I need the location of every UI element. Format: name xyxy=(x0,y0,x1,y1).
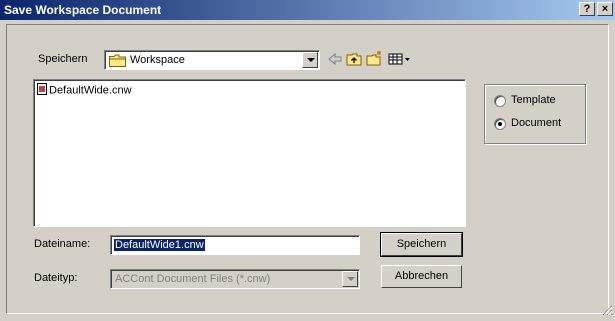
back-icon[interactable] xyxy=(326,50,344,68)
location-label: Speichern xyxy=(38,53,88,65)
folder-icon xyxy=(109,54,126,70)
filename-input[interactable]: DefaultWide1.cnw xyxy=(110,235,360,255)
filetype-label: Dateityp: xyxy=(34,272,78,284)
filetype-dropdown[interactable]: ACCont Document Files (*.cnw) xyxy=(110,269,360,289)
location-value: Workspace xyxy=(130,54,185,66)
file-name: DefaultWide.cnw xyxy=(49,84,132,97)
location-dropdown[interactable]: Workspace xyxy=(104,50,320,70)
chevron-down-icon[interactable] xyxy=(302,52,318,68)
filename-label: Dateiname: xyxy=(34,238,91,250)
title-bar[interactable]: Save Workspace Document ? × xyxy=(0,0,615,20)
cancel-button[interactable]: Abbrechen xyxy=(381,265,462,288)
filename-value: DefaultWide1.cnw xyxy=(114,239,205,251)
list-item[interactable]: DefaultWide.cnw xyxy=(37,83,132,98)
up-folder-icon[interactable] xyxy=(345,50,363,68)
close-button[interactable]: × xyxy=(597,2,613,16)
document-type-group: Template Document xyxy=(484,84,586,144)
radio-template[interactable]: Template xyxy=(494,94,582,108)
view-menu-icon[interactable] xyxy=(387,50,413,68)
chevron-down-icon[interactable] xyxy=(342,271,358,287)
document-icon xyxy=(37,83,47,98)
save-button[interactable]: Speichern xyxy=(380,232,463,257)
new-folder-icon[interactable] xyxy=(365,50,383,68)
radio-label: Document xyxy=(511,117,562,129)
radio-document[interactable]: Document xyxy=(494,117,582,131)
help-button[interactable]: ? xyxy=(579,2,595,16)
radio-button[interactable] xyxy=(494,118,506,130)
resize-grip-icon[interactable] xyxy=(601,304,613,319)
window-title: Save Workspace Document xyxy=(4,3,162,17)
file-list[interactable]: DefaultWide.cnw xyxy=(33,79,466,227)
radio-label: Template xyxy=(511,94,556,106)
filetype-value: ACCont Document Files (*.cnw) xyxy=(115,273,271,285)
radio-button[interactable] xyxy=(494,95,506,107)
